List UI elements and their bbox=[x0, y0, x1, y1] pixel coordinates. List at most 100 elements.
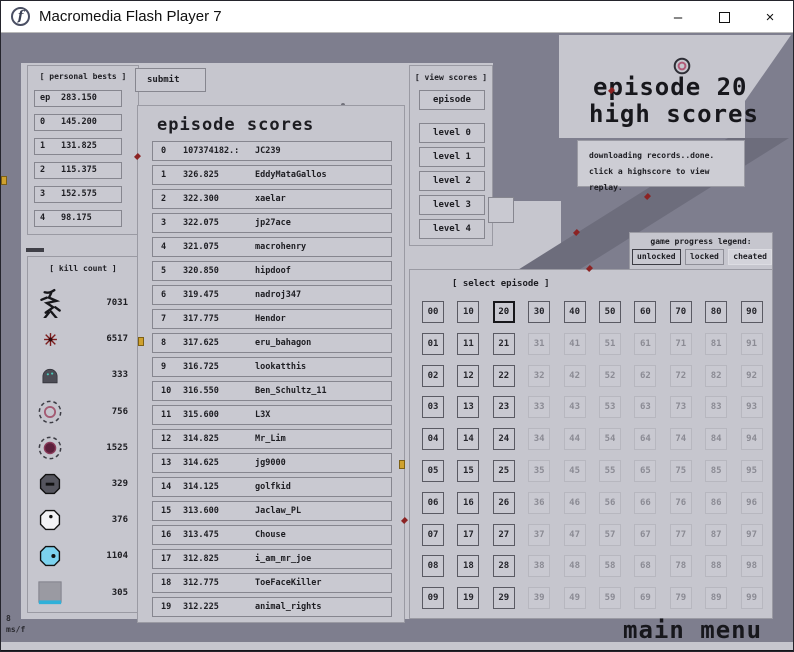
view-level-button[interactable]: level 1 bbox=[419, 147, 485, 167]
episode-cell-90[interactable]: 90 bbox=[741, 301, 763, 323]
episode-cell-81[interactable]: 81 bbox=[705, 333, 727, 355]
score-row[interactable]: 14 314.125 golfkid bbox=[152, 477, 392, 497]
episode-cell-35[interactable]: 35 bbox=[528, 460, 550, 482]
episode-cell-51[interactable]: 51 bbox=[599, 333, 621, 355]
episode-cell-48[interactable]: 48 bbox=[564, 555, 586, 577]
episode-cell-11[interactable]: 11 bbox=[457, 333, 479, 355]
episode-cell-64[interactable]: 64 bbox=[634, 428, 656, 450]
episode-cell-13[interactable]: 13 bbox=[457, 396, 479, 418]
episode-cell-14[interactable]: 14 bbox=[457, 428, 479, 450]
episode-cell-73[interactable]: 73 bbox=[670, 396, 692, 418]
episode-cell-45[interactable]: 45 bbox=[564, 460, 586, 482]
episode-cell-47[interactable]: 47 bbox=[564, 524, 586, 546]
episode-cell-15[interactable]: 15 bbox=[457, 460, 479, 482]
episode-cell-56[interactable]: 56 bbox=[599, 492, 621, 514]
episode-cell-37[interactable]: 37 bbox=[528, 524, 550, 546]
episode-cell-23[interactable]: 23 bbox=[493, 396, 515, 418]
episode-cell-20[interactable]: 20 bbox=[493, 301, 515, 323]
episode-cell-68[interactable]: 68 bbox=[634, 555, 656, 577]
episode-cell-53[interactable]: 53 bbox=[599, 396, 621, 418]
episode-cell-29[interactable]: 29 bbox=[493, 587, 515, 609]
episode-cell-08[interactable]: 08 bbox=[422, 555, 444, 577]
episode-cell-58[interactable]: 58 bbox=[599, 555, 621, 577]
episode-cell-60[interactable]: 60 bbox=[634, 301, 656, 323]
view-level-button[interactable]: level 0 bbox=[419, 123, 485, 143]
score-row[interactable]: 8 317.625 eru_bahagon bbox=[152, 333, 392, 353]
episode-cell-83[interactable]: 83 bbox=[705, 396, 727, 418]
episode-cell-89[interactable]: 89 bbox=[705, 587, 727, 609]
episode-cell-01[interactable]: 01 bbox=[422, 333, 444, 355]
episode-cell-93[interactable]: 93 bbox=[741, 396, 763, 418]
episode-cell-33[interactable]: 33 bbox=[528, 396, 550, 418]
score-row[interactable]: 11 315.600 L3X bbox=[152, 405, 392, 425]
episode-cell-34[interactable]: 34 bbox=[528, 428, 550, 450]
view-level-button[interactable]: level 3 bbox=[419, 195, 485, 215]
episode-cell-75[interactable]: 75 bbox=[670, 460, 692, 482]
episode-cell-05[interactable]: 05 bbox=[422, 460, 444, 482]
episode-cell-85[interactable]: 85 bbox=[705, 460, 727, 482]
episode-cell-44[interactable]: 44 bbox=[564, 428, 586, 450]
episode-cell-77[interactable]: 77 bbox=[670, 524, 692, 546]
episode-cell-46[interactable]: 46 bbox=[564, 492, 586, 514]
episode-cell-84[interactable]: 84 bbox=[705, 428, 727, 450]
score-row[interactable]: 12 314.825 Mr_Lim bbox=[152, 429, 392, 449]
episode-cell-95[interactable]: 95 bbox=[741, 460, 763, 482]
episode-cell-18[interactable]: 18 bbox=[457, 555, 479, 577]
episode-cell-65[interactable]: 65 bbox=[634, 460, 656, 482]
episode-cell-50[interactable]: 50 bbox=[599, 301, 621, 323]
score-row[interactable]: 1 326.825 EddyMataGallos bbox=[152, 165, 392, 185]
episode-cell-80[interactable]: 80 bbox=[705, 301, 727, 323]
submit-button[interactable]: submit bbox=[135, 68, 206, 92]
episode-cell-76[interactable]: 76 bbox=[670, 492, 692, 514]
episode-cell-82[interactable]: 82 bbox=[705, 365, 727, 387]
episode-cell-78[interactable]: 78 bbox=[670, 555, 692, 577]
episode-cell-39[interactable]: 39 bbox=[528, 587, 550, 609]
episode-cell-62[interactable]: 62 bbox=[634, 365, 656, 387]
episode-cell-40[interactable]: 40 bbox=[564, 301, 586, 323]
episode-cell-07[interactable]: 07 bbox=[422, 524, 444, 546]
episode-cell-22[interactable]: 22 bbox=[493, 365, 515, 387]
episode-cell-27[interactable]: 27 bbox=[493, 524, 515, 546]
main-menu-button[interactable]: main menu bbox=[623, 616, 762, 644]
episode-cell-30[interactable]: 30 bbox=[528, 301, 550, 323]
episode-cell-26[interactable]: 26 bbox=[493, 492, 515, 514]
episode-cell-19[interactable]: 19 bbox=[457, 587, 479, 609]
score-row[interactable]: 4 321.075 macrohenry bbox=[152, 237, 392, 257]
episode-cell-79[interactable]: 79 bbox=[670, 587, 692, 609]
episode-cell-17[interactable]: 17 bbox=[457, 524, 479, 546]
episode-cell-86[interactable]: 86 bbox=[705, 492, 727, 514]
episode-cell-54[interactable]: 54 bbox=[599, 428, 621, 450]
episode-cell-59[interactable]: 59 bbox=[599, 587, 621, 609]
episode-cell-03[interactable]: 03 bbox=[422, 396, 444, 418]
episode-cell-31[interactable]: 31 bbox=[528, 333, 550, 355]
score-row[interactable]: 0 107374182.: JC239 bbox=[152, 141, 392, 161]
episode-cell-00[interactable]: 00 bbox=[422, 301, 444, 323]
score-row[interactable]: 9 316.725 lookatthis bbox=[152, 357, 392, 377]
score-row[interactable]: 18 312.775 ToeFaceKiller bbox=[152, 573, 392, 593]
score-row[interactable]: 5 320.850 hipdoof bbox=[152, 261, 392, 281]
episode-cell-25[interactable]: 25 bbox=[493, 460, 515, 482]
score-row[interactable]: 16 313.475 Chouse bbox=[152, 525, 392, 545]
episode-cell-38[interactable]: 38 bbox=[528, 555, 550, 577]
view-level-button[interactable]: level 4 bbox=[419, 219, 485, 239]
episode-cell-42[interactable]: 42 bbox=[564, 365, 586, 387]
episode-cell-67[interactable]: 67 bbox=[634, 524, 656, 546]
episode-cell-72[interactable]: 72 bbox=[670, 365, 692, 387]
episode-cell-63[interactable]: 63 bbox=[634, 396, 656, 418]
score-row[interactable]: 2 322.300 xaelar bbox=[152, 189, 392, 209]
episode-cell-10[interactable]: 10 bbox=[457, 301, 479, 323]
episode-cell-70[interactable]: 70 bbox=[670, 301, 692, 323]
score-row[interactable]: 7 317.775 Hendor bbox=[152, 309, 392, 329]
minimize-button[interactable]: – bbox=[655, 1, 701, 33]
episode-cell-21[interactable]: 21 bbox=[493, 333, 515, 355]
episode-cell-96[interactable]: 96 bbox=[741, 492, 763, 514]
episode-cell-97[interactable]: 97 bbox=[741, 524, 763, 546]
episode-cell-04[interactable]: 04 bbox=[422, 428, 444, 450]
view-episode-button[interactable]: episode bbox=[419, 90, 485, 110]
close-button[interactable]: × bbox=[747, 1, 793, 33]
episode-cell-99[interactable]: 99 bbox=[741, 587, 763, 609]
episode-cell-32[interactable]: 32 bbox=[528, 365, 550, 387]
score-row[interactable]: 13 314.625 jg9000 bbox=[152, 453, 392, 473]
score-row[interactable]: 3 322.075 jp27ace bbox=[152, 213, 392, 233]
episode-cell-09[interactable]: 09 bbox=[422, 587, 444, 609]
